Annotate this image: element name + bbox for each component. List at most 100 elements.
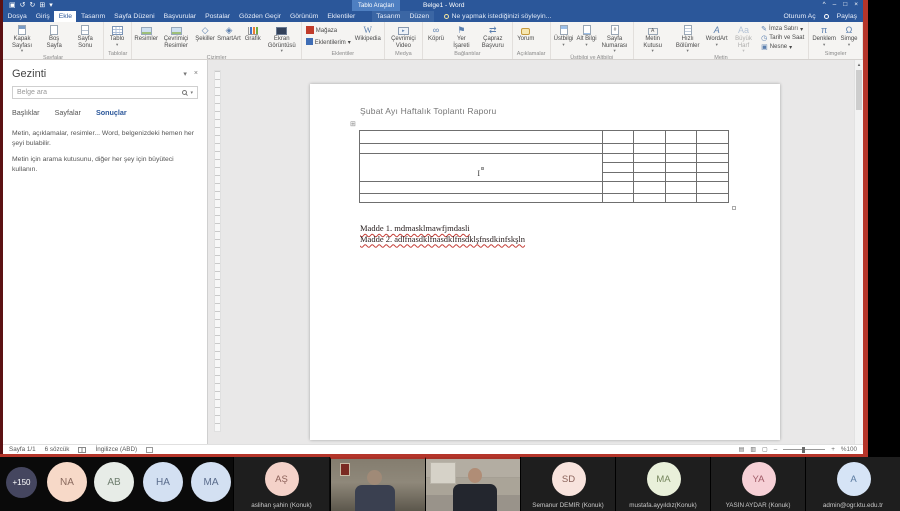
- read-mode-icon[interactable]: ▤: [739, 446, 745, 453]
- screenshot-button[interactable]: Ekran Görüntüsü▾: [265, 23, 299, 54]
- tab-tablo-tasarim[interactable]: Tasarım: [372, 11, 405, 22]
- nav-tab-basliklar[interactable]: Başlıklar: [12, 108, 40, 117]
- minimize-icon[interactable]: –: [833, 2, 837, 9]
- table-cell[interactable]: [665, 154, 697, 163]
- my-addins-button[interactable]: Eklentilerim▾: [306, 38, 351, 47]
- table-button[interactable]: Tablo▾: [106, 23, 128, 50]
- table-cell[interactable]: [360, 131, 603, 144]
- nav-tab-sayfalar[interactable]: Sayfalar: [55, 108, 81, 117]
- table-cell[interactable]: [602, 154, 634, 163]
- tab-tasarim[interactable]: Tasarım: [76, 11, 109, 22]
- table-cell[interactable]: [634, 154, 666, 163]
- table-cell[interactable]: [697, 194, 729, 203]
- page-indicator[interactable]: Sayfa 1/1: [9, 446, 36, 453]
- table-cell[interactable]: [697, 144, 729, 154]
- table-cell-merged[interactable]: I: [360, 154, 603, 182]
- table-cell[interactable]: [634, 144, 666, 154]
- scrollbar-thumb[interactable]: [856, 70, 862, 110]
- proofing-icon[interactable]: [78, 447, 86, 453]
- participant-video[interactable]: [425, 457, 520, 511]
- cover-page-button[interactable]: Kapak Sayfası▾: [5, 23, 39, 54]
- participant-tile[interactable]: SD Semanur DEMİR (Konuk): [520, 457, 615, 511]
- participant-bubble[interactable]: MA: [191, 462, 231, 502]
- table-cell[interactable]: [665, 173, 697, 182]
- search-options-icon[interactable]: ▾: [190, 90, 193, 96]
- chevron-down-icon[interactable]: ▾: [183, 70, 187, 78]
- tab-tablo-duzen[interactable]: Düzen: [405, 11, 434, 22]
- search-icon[interactable]: [182, 90, 187, 95]
- table-cell[interactable]: [665, 163, 697, 173]
- object-button[interactable]: ▣Nesne▾: [761, 44, 804, 51]
- text-box-button[interactable]: AMetin Kutusu▾: [636, 23, 670, 54]
- table-resize-handle[interactable]: [732, 206, 736, 210]
- footer-button[interactable]: Alt Bilgi▾: [576, 23, 598, 54]
- tab-sayfa-duzeni[interactable]: Sayfa Düzeni: [110, 11, 159, 22]
- page-break-button[interactable]: Sayfa Sonu: [69, 23, 101, 54]
- search-input[interactable]: Belge ara ▾: [12, 86, 198, 99]
- undo-icon[interactable]: ↺: [20, 2, 26, 9]
- zoom-slider[interactable]: [783, 449, 825, 450]
- table-quick-icon[interactable]: ⊞: [39, 2, 45, 9]
- participant-tile[interactable]: AŞ aslihan şahin (Konuk): [233, 457, 329, 511]
- hyperlink-button[interactable]: ∞Köprü: [425, 23, 447, 50]
- participant-bubble[interactable]: NA: [47, 462, 87, 502]
- share-button[interactable]: Paylaş: [837, 13, 857, 20]
- chart-button[interactable]: Grafik: [242, 23, 264, 54]
- document-page[interactable]: Şubat Ayı Haftalık Toplantı Raporu ⊞ I: [310, 84, 780, 440]
- table-cell[interactable]: [360, 144, 603, 154]
- table-cell[interactable]: [665, 194, 697, 203]
- table-cell[interactable]: [360, 182, 603, 194]
- zoom-level[interactable]: %100: [841, 446, 857, 453]
- tab-eklentiler[interactable]: Eklentiler: [323, 11, 360, 22]
- cross-reference-button[interactable]: ⇄Çapraz Başvuru: [476, 23, 510, 50]
- tab-giris[interactable]: Giriş: [31, 11, 54, 22]
- table-cell[interactable]: [602, 194, 634, 203]
- table-cell[interactable]: [602, 173, 634, 182]
- participant-tile[interactable]: A admin@ogr.ktu.edu.tr: [805, 457, 900, 511]
- wordart-button[interactable]: AWordArt▾: [706, 23, 728, 54]
- blank-page-button[interactable]: Boş Sayfa: [40, 23, 68, 54]
- zoom-slider-knob[interactable]: [802, 447, 805, 453]
- date-time-button[interactable]: ◷Tarih ve Saat: [761, 35, 804, 42]
- participant-tile[interactable]: YA YASİN AYDAR (Konuk): [710, 457, 805, 511]
- nav-tab-sonuclar[interactable]: Sonuçlar: [96, 108, 127, 117]
- print-layout-icon[interactable]: ▥: [750, 446, 756, 453]
- table-cell[interactable]: [634, 163, 666, 173]
- save-icon[interactable]: ▣: [9, 2, 16, 9]
- tab-gorunum[interactable]: Görünüm: [285, 11, 322, 22]
- signature-line-button[interactable]: ✎İmza Satırı▾: [761, 26, 804, 33]
- tab-ekle[interactable]: Ekle: [54, 11, 76, 22]
- store-button[interactable]: Mağaza: [306, 26, 351, 36]
- table-cell[interactable]: [602, 131, 634, 144]
- table-cell[interactable]: [634, 173, 666, 182]
- participant-tile[interactable]: MA mustafa.ayyıldız(Konuk): [615, 457, 710, 511]
- sign-in-button[interactable]: Oturum Aç: [783, 13, 815, 20]
- ribbon-options-icon[interactable]: ^: [823, 2, 826, 9]
- word-count[interactable]: 6 sözcük: [45, 446, 70, 453]
- online-video-button[interactable]: ▸Çevrimiçi Video: [387, 23, 420, 50]
- header-button[interactable]: Üstbilgi▾: [553, 23, 575, 54]
- table-cell[interactable]: [360, 194, 603, 203]
- table-cell[interactable]: [697, 154, 729, 163]
- table-cell[interactable]: [634, 131, 666, 144]
- table-cell[interactable]: [634, 182, 666, 194]
- tell-me-box[interactable]: Ne yapmak istediğinizi söyleyin...: [444, 11, 552, 22]
- overflow-participants-badge[interactable]: +150: [6, 467, 37, 498]
- status-extra-icon[interactable]: [146, 447, 153, 453]
- drop-cap-button[interactable]: AaBüyük Harf▾: [729, 23, 758, 54]
- wikipedia-button[interactable]: WWikipedia: [354, 23, 382, 50]
- table-cell[interactable]: [697, 131, 729, 144]
- close-pane-icon[interactable]: ×: [194, 70, 198, 78]
- online-pictures-button[interactable]: Çevrimiçi Resimler: [159, 23, 193, 54]
- redo-icon[interactable]: ↻: [30, 2, 36, 9]
- close-icon[interactable]: ×: [854, 2, 858, 9]
- qat-more-icon[interactable]: ▾: [49, 2, 53, 9]
- table-cell[interactable]: [665, 131, 697, 144]
- table-cell[interactable]: [602, 163, 634, 173]
- table-cell[interactable]: [697, 182, 729, 194]
- table-cell[interactable]: [697, 173, 729, 182]
- table-move-handle[interactable]: ⊞: [350, 121, 356, 128]
- language-indicator[interactable]: İngilizce (ABD): [95, 446, 137, 453]
- comment-button[interactable]: Yorum: [515, 23, 537, 50]
- table-cell[interactable]: [602, 144, 634, 154]
